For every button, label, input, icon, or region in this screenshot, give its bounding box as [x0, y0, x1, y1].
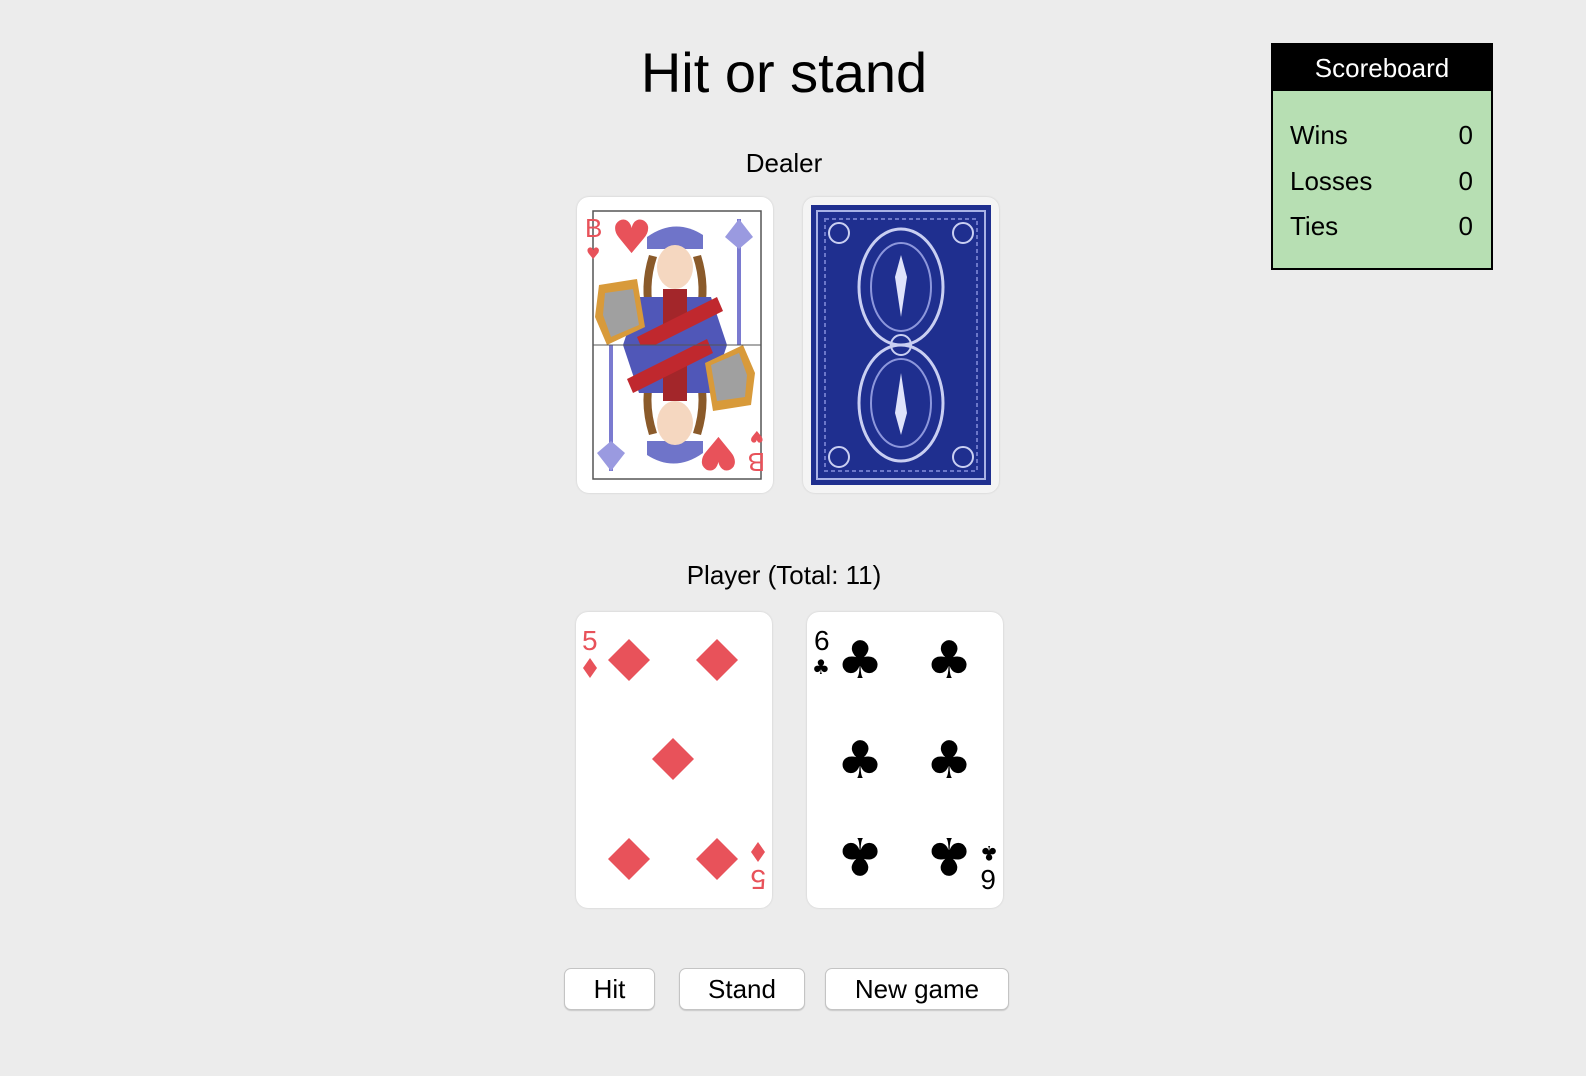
svg-text:5: 5: [582, 625, 598, 656]
svg-text:B: B: [748, 447, 765, 477]
diamond-icon: [608, 639, 738, 880]
svg-text:6: 6: [980, 864, 996, 895]
player-card-five-of-diamonds: 5 5: [576, 612, 772, 908]
svg-text:♣: ♣: [837, 631, 884, 691]
club-icon: ♣ ♣ ♣ ♣ ♣ ♣: [837, 631, 973, 885]
svg-text:♥: ♥: [698, 426, 739, 480]
score-value: 0: [1458, 211, 1473, 241]
heart-icon: ♥: [611, 210, 652, 264]
stand-button[interactable]: Stand: [679, 968, 805, 1010]
player-card-six-of-clubs: 6 ♣ 6 ♣ ♣ ♣ ♣ ♣ ♣ ♣: [807, 612, 1003, 908]
card-rank: B: [585, 213, 602, 243]
score-value: 0: [1458, 165, 1473, 196]
player-label: Player (Total: 11): [686, 560, 882, 590]
dealer-card-face-down: [803, 197, 999, 493]
svg-text:♣: ♣: [980, 841, 998, 865]
hit-button[interactable]: Hit: [564, 968, 655, 1010]
svg-text:♣: ♣: [926, 631, 973, 691]
svg-text:♥: ♥: [586, 244, 600, 263]
score-row-losses: Losses 0: [1290, 159, 1473, 205]
svg-text:♥: ♥: [750, 427, 764, 446]
new-game-button[interactable]: New game: [825, 968, 1009, 1010]
svg-text:♣: ♣: [926, 825, 973, 885]
scoreboard-title: Scoreboard: [1273, 45, 1491, 91]
score-value: 0: [1458, 120, 1473, 150]
svg-text:♣: ♣: [926, 731, 973, 791]
dealer-card-jack-of-hearts: B ♥ ♥ B ♥ ♥: [577, 197, 773, 493]
svg-text:6: 6: [814, 625, 830, 656]
scoreboard: Scoreboard Wins 0 Losses 0 Ties 0: [1271, 43, 1493, 270]
score-label: Ties: [1290, 211, 1339, 241]
score-row-ties: Ties 0: [1290, 204, 1473, 250]
score-label: Wins: [1290, 120, 1348, 150]
svg-text:♣: ♣: [812, 655, 830, 679]
svg-text:5: 5: [750, 864, 766, 895]
score-label: Losses: [1290, 165, 1373, 196]
svg-text:♣: ♣: [837, 825, 884, 885]
score-row-wins: Wins 0: [1290, 113, 1473, 159]
svg-text:♣: ♣: [837, 731, 884, 791]
